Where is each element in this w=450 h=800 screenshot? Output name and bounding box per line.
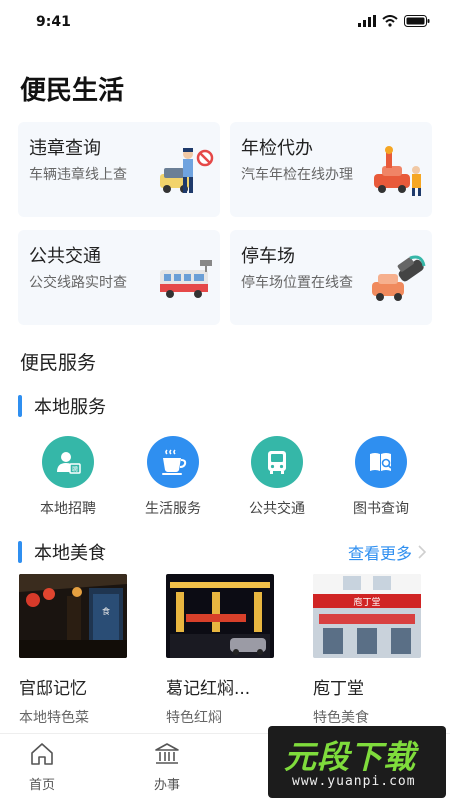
tab-label: 首页 [28,778,55,793]
tab-label: 办事 [153,778,180,793]
signal-icon [358,15,376,27]
wifi-icon [382,15,398,27]
watermark-main-text: 元段下载 [284,738,417,776]
card-parking[interactable]: 停车场 停车场位置在线查 [230,230,432,325]
car-repair-icon [374,146,421,196]
local-food-title: 本地美食 [34,543,106,564]
card-title: 年检代办 [241,138,313,159]
recruit-icon: 聘 [42,436,94,488]
service-library[interactable]: 图书查询 [331,436,431,518]
card-annual-inspection[interactable]: 年检代办 汽车年检在线办理 [230,122,432,217]
service-label: 公共交通 [249,501,305,517]
card-violation-query[interactable]: 违章查询 车辆违章线上查 [18,122,220,217]
card-subtitle: 公交线路实时查 [29,275,127,291]
card-public-transport[interactable]: 公共交通 公交线路实时查 [18,230,220,325]
bank-icon [155,743,179,764]
food-name: 葛记红焖... [166,679,251,699]
card-title: 公共交通 [29,246,101,267]
watermark-url: www.yuanpi.com [292,774,416,789]
bus-icon [251,436,303,488]
service-transport[interactable]: 公共交通 [227,436,327,518]
local-food-header: 本地美食 [18,539,106,565]
tab-affairs[interactable]: 办事 [137,742,197,793]
food-item-guandi[interactable]: 食 官邸记忆 本地特色菜 [19,574,129,727]
card-title: 违章查询 [29,138,101,159]
traffic-police-icon [160,148,214,193]
restaurant-photo [166,574,274,658]
services-section-title: 便民服务 [20,352,97,374]
coffee-icon [147,436,199,488]
food-name: 庖丁堂 [313,679,364,699]
service-label: 生活服务 [145,501,201,517]
food-item-paoding[interactable]: 庖丁堂 庖丁堂 特色美食 [313,574,423,727]
chevron-right-icon [418,545,426,559]
card-subtitle: 车辆违章线上查 [29,167,127,183]
status-bar: 9:41 [0,0,450,46]
section-accent-bar [18,541,22,563]
service-life[interactable]: 生活服务 [123,436,223,518]
restaurant-photo: 食 [19,574,127,658]
restaurant-photo: 庖丁堂 [313,574,421,658]
local-services-header: 本地服务 [18,393,106,419]
battery-icon [404,15,430,27]
food-desc: 特色红焖 [166,710,222,726]
local-services-title: 本地服务 [34,397,106,418]
food-name: 官邸记忆 [19,679,87,699]
status-time: 9:41 [36,14,71,30]
watermark-logo: 元段下载 www.yuanpi.com [268,726,446,798]
section-accent-bar [18,395,22,417]
food-item-geji[interactable]: 葛记红焖... 特色红焖 [166,574,276,727]
bus-icon [160,260,212,298]
service-recruit[interactable]: 聘 本地招聘 [18,436,118,518]
food-desc: 特色美食 [313,710,369,726]
svg-text:庖丁堂: 庖丁堂 [353,596,380,608]
svg-text:聘: 聘 [72,466,78,474]
service-label: 图书查询 [353,501,409,517]
book-search-icon [355,436,407,488]
food-desc: 本地特色菜 [19,710,89,726]
service-label: 本地招聘 [40,501,96,517]
view-more-label: 查看更多 [347,544,412,563]
status-icons [358,15,430,27]
card-subtitle: 汽车年检在线办理 [241,167,353,183]
svg-text:食: 食 [102,606,110,616]
card-title: 停车场 [241,246,295,267]
card-subtitle: 停车场位置在线查 [241,275,353,291]
view-more-link[interactable]: 查看更多 [348,540,426,564]
home-icon [31,743,53,765]
page-title: 便民生活 [20,76,125,106]
tab-home[interactable]: 首页 [12,742,72,793]
parking-icon [372,255,426,301]
